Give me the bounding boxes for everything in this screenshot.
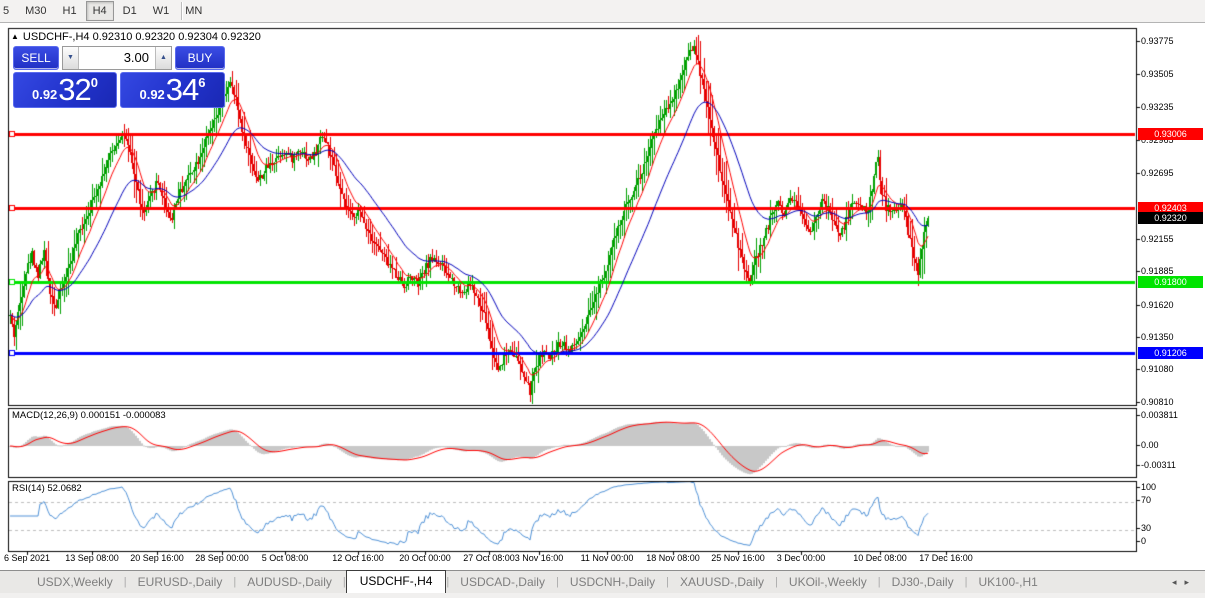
buy-button[interactable]: BUY: [175, 46, 225, 70]
price-axis-label: 0.91350: [1141, 332, 1174, 342]
chart-tab-dj30-daily[interactable]: DJ30-,Daily: [881, 572, 965, 593]
chart-tab-xauusd-daily[interactable]: XAUUSD-,Daily: [669, 572, 775, 593]
macd-scale-label: 0.003811: [1141, 410, 1178, 420]
time-axis-label: 20 Oct 00:00: [399, 553, 451, 563]
time-axis-label: 20 Sep 16:00: [130, 553, 184, 563]
time-axis-label: 3 Nov 16:00: [515, 553, 564, 563]
collapse-panel-icon[interactable]: ▲: [11, 32, 19, 41]
buy-price-main: 34: [166, 75, 198, 105]
timeframe-button-5[interactable]: 5: [0, 1, 16, 21]
buy-price-pipette: 6: [198, 77, 205, 89]
sell-price-pipette: 0: [91, 77, 98, 89]
price-axis-label: 0.91620: [1141, 300, 1174, 310]
macd-scale-label: -0.00311: [1141, 460, 1176, 470]
status-strip: [0, 593, 1205, 598]
buy-price-prefix: 0.92: [139, 85, 164, 105]
timeframe-button-d1[interactable]: D1: [116, 1, 144, 21]
timeframe-buttons: 5M30H1H4D1W1MN: [0, 0, 210, 17]
time-axis-label: 6 Sep 2021: [4, 553, 50, 563]
price-axis-label: 0.92695: [1141, 168, 1174, 178]
rsi-scale-label: 30: [1141, 523, 1151, 533]
chart-tab-audusd-daily[interactable]: AUDUSD-,Daily: [236, 572, 343, 593]
lot-size-stepper: ▼ 3.00 ▲: [62, 46, 172, 70]
time-axis-label: 3 Dec 00:00: [777, 553, 826, 563]
chart-tab-ukoil-weekly[interactable]: UKOil-,Weekly: [778, 572, 878, 593]
time-axis-label: 18 Nov 08:00: [646, 553, 700, 563]
level-price-label: 0.91800: [1138, 276, 1203, 288]
timeframe-toolbar: 5M30H1H4D1W1MN: [0, 0, 1205, 23]
mt4-window: 5M30H1H4D1W1MN ▲ USDCHF-,H4 0.92310 0.923…: [0, 0, 1205, 598]
time-axis-label: 11 Nov 00:00: [581, 553, 634, 563]
macd-scale-label: 0.00: [1141, 440, 1159, 450]
price-axis-label: 0.91885: [1141, 266, 1174, 276]
rsi-scale-label: 100: [1141, 482, 1156, 492]
timeframe-button-m30[interactable]: M30: [18, 1, 53, 21]
time-axis-label: 10 Dec 08:00: [853, 553, 907, 563]
chart-tab-eurusd-daily[interactable]: EURUSD-,Daily: [127, 572, 234, 593]
price-axis-label: 0.92155: [1141, 234, 1174, 244]
tab-scroll-left-icon[interactable]: ◂: [1172, 577, 1185, 587]
chart-tab-usdchf-h4[interactable]: USDCHF-,H4: [346, 570, 447, 593]
chart-symbol-header: ▲ USDCHF-,H4 0.92310 0.92320 0.92304 0.92…: [11, 31, 261, 43]
symbol-ohlc-text: USDCHF-,H4 0.92310 0.92320 0.92304 0.923…: [23, 31, 261, 43]
time-axis-label: 17 Dec 16:00: [919, 553, 973, 563]
chart-tab-bar: USDX,Weekly|EURUSD-,Daily|AUDUSD-,Daily|…: [0, 570, 1205, 593]
level-price-label: 0.93006: [1138, 128, 1203, 140]
time-axis-label: 28 Sep 00:00: [195, 553, 249, 563]
chevron-up-icon: ▲: [160, 54, 167, 61]
time-axis-label: 5 Oct 08:00: [262, 553, 309, 563]
time-axis-label: 27 Oct 08:00: [463, 553, 515, 563]
time-axis-label: 12 Oct 16:00: [332, 553, 384, 563]
chevron-down-icon: ▼: [67, 54, 74, 61]
chart-tab-usdx-weekly[interactable]: USDX,Weekly: [26, 572, 124, 593]
macd-indicator-label: MACD(12,26,9) 0.000151 -0.000083: [12, 410, 166, 421]
one-click-trading-panel: SELL ▼ 3.00 ▲ BUY 0.92 32 0 0.92 34 6: [13, 46, 225, 108]
sell-quote-box[interactable]: 0.92 32 0: [13, 72, 117, 108]
price-axis-label: 0.90810: [1141, 397, 1174, 407]
price-axis-label: 0.93775: [1141, 36, 1174, 46]
time-axis-label: 13 Sep 08:00: [65, 553, 119, 563]
chart-tab-usdcnh-daily[interactable]: USDCNH-,Daily: [559, 572, 666, 593]
sell-price-prefix: 0.92: [32, 85, 57, 105]
sell-button[interactable]: SELL: [13, 46, 59, 70]
timeframe-button-w1[interactable]: W1: [146, 1, 177, 21]
tab-scroll-right-icon[interactable]: ▸: [1184, 577, 1197, 587]
chart-tabs: USDX,Weekly|EURUSD-,Daily|AUDUSD-,Daily|…: [26, 570, 1049, 593]
current-price-label: 0.92320: [1138, 212, 1203, 224]
time-axis-label: 25 Nov 16:00: [711, 553, 765, 563]
price-axis-label: 0.93235: [1141, 102, 1174, 112]
timeframe-button-h4[interactable]: H4: [86, 1, 114, 21]
rsi-indicator-label: RSI(14) 52.0682: [12, 483, 82, 494]
lot-size-input[interactable]: 3.00: [79, 47, 155, 69]
level-price-label: 0.91206: [1138, 347, 1203, 359]
rsi-scale-label: 0: [1141, 536, 1146, 546]
price-axis-label: 0.91080: [1141, 364, 1174, 374]
lot-increase-button[interactable]: ▲: [155, 47, 171, 69]
toolbar-separator: [181, 2, 183, 20]
rsi-scale-label: 70: [1141, 495, 1151, 505]
buy-quote-box[interactable]: 0.92 34 6: [120, 72, 225, 108]
lot-decrease-button[interactable]: ▼: [63, 47, 79, 69]
chart-tab-uk100-h1[interactable]: UK100-,H1: [967, 572, 1048, 593]
tab-scroll-arrows: ◂▸: [1172, 577, 1197, 588]
chart-tab-usdcad-daily[interactable]: USDCAD-,Daily: [449, 572, 556, 593]
sell-price-main: 32: [58, 75, 90, 105]
price-axis-label: 0.93505: [1141, 69, 1174, 79]
timeframe-button-h1[interactable]: H1: [56, 1, 84, 21]
